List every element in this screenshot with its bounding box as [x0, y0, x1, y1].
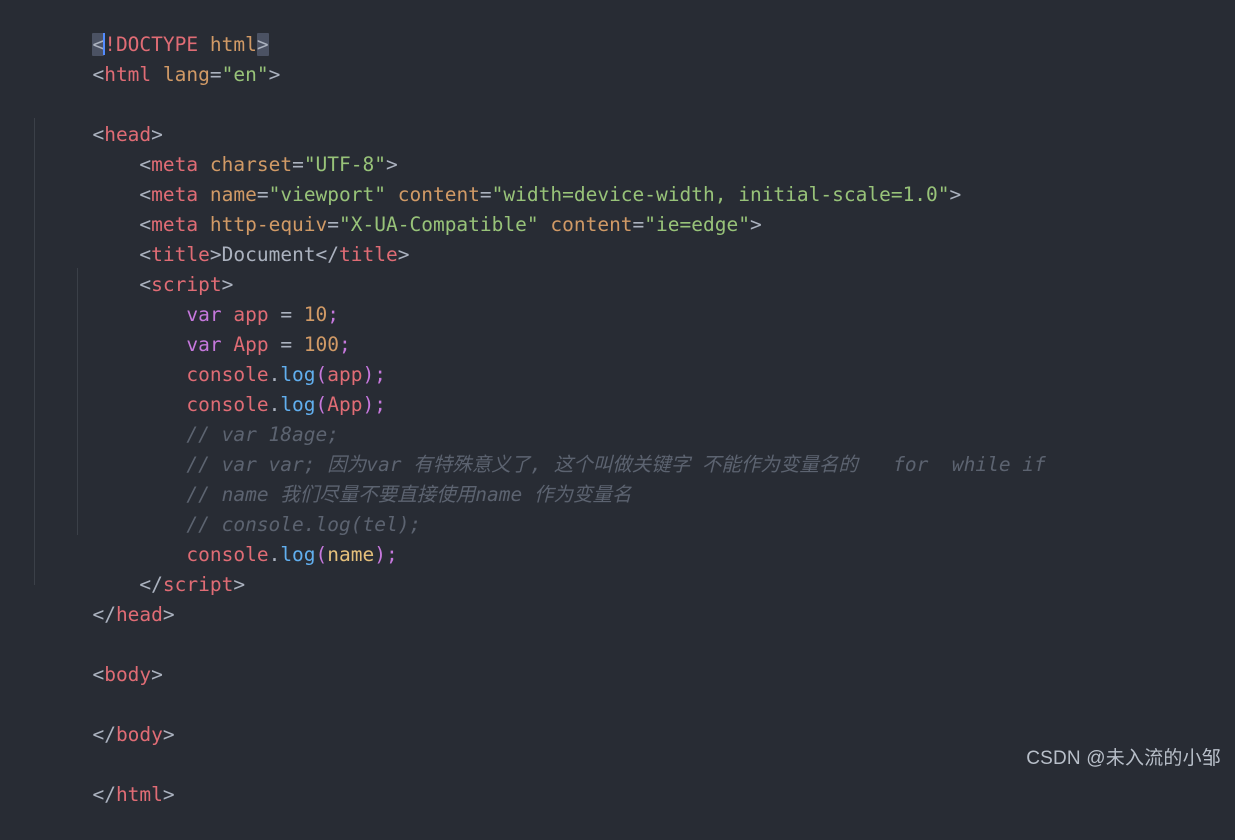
html-closing-tag-name: html: [115, 783, 163, 806]
code-line-3-blank[interactable]: [0, 60, 1235, 90]
code-line-23-blank[interactable]: [0, 660, 1235, 690]
code-line-5[interactable]: <meta charset="UTF-8">: [0, 120, 1235, 176]
code-line-1[interactable]: <!DOCTYPE html>: [0, 0, 1235, 56]
code-line-9[interactable]: <script>: [0, 240, 1235, 296]
csdn-watermark: CSDN @未入流的小邹: [1026, 748, 1221, 769]
code-line-6[interactable]: <meta name="viewport" content="width=dev…: [0, 150, 1235, 206]
code-line-4[interactable]: <head>: [0, 90, 1235, 146]
code-line-14[interactable]: // var 18age;: [0, 390, 1235, 446]
tag-close-bracket: >: [162, 783, 175, 806]
code-line-16[interactable]: // name 我们尽量不要直接使用name 作为变量名: [0, 450, 1235, 506]
code-line-15[interactable]: // var var; 因为var 有特殊意义了, 这个叫做关键字 不能作为变量…: [0, 420, 1235, 476]
code-line-12[interactable]: console.log(app);: [0, 330, 1235, 386]
code-line-18[interactable]: console.log(name);: [0, 510, 1235, 566]
code-content[interactable]: <!DOCTYPE html> <html lang="en"> <head> …: [0, 0, 1235, 806]
code-line-22[interactable]: <body>: [0, 630, 1235, 686]
code-line-19[interactable]: </script>: [0, 540, 1235, 596]
code-line-24[interactable]: </body>: [0, 690, 1235, 746]
code-line-20[interactable]: </head>: [0, 570, 1235, 626]
code-line-10[interactable]: var app = 10;: [0, 270, 1235, 326]
code-line-11[interactable]: var App = 100;: [0, 300, 1235, 356]
closing-tag-open: </: [92, 783, 116, 806]
code-line-8[interactable]: <title>Document</title>: [0, 210, 1235, 266]
code-line-2[interactable]: <html lang="en">: [0, 30, 1235, 86]
code-line-7[interactable]: <meta http-equiv="X-UA-Compatible" conte…: [0, 180, 1235, 236]
code-line-17[interactable]: // console.log(tel);: [0, 480, 1235, 536]
code-line-21-blank[interactable]: [0, 600, 1235, 630]
code-editor[interactable]: <!DOCTYPE html> <html lang="en"> <head> …: [0, 0, 1235, 806]
code-line-13[interactable]: console.log(App);: [0, 360, 1235, 416]
